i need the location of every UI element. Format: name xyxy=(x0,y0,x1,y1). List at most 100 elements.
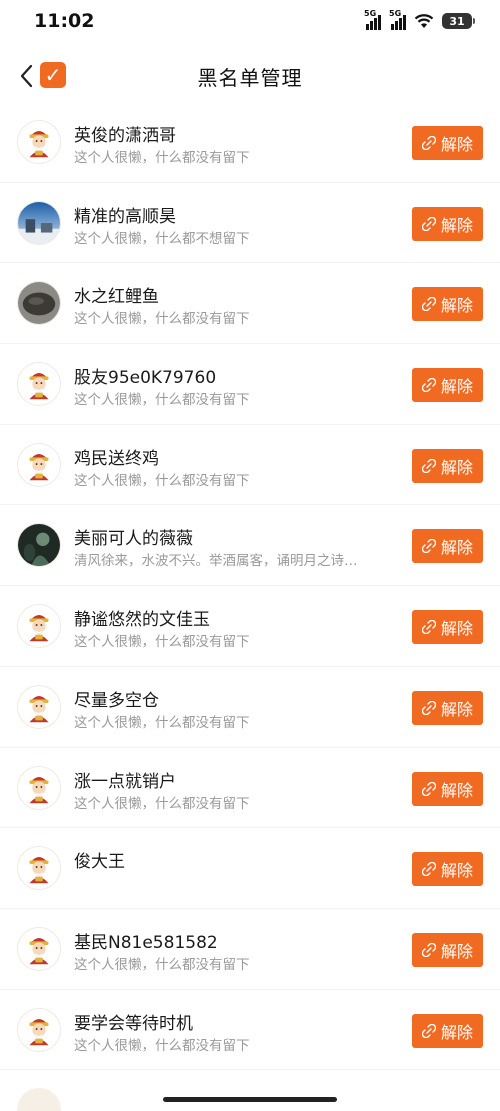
list-item: 水之红鲤鱼 这个人很懒，什么都没有留下 解除 xyxy=(0,263,500,345)
unlink-icon xyxy=(421,620,436,635)
page-title: 黑名单管理 xyxy=(197,65,303,90)
unblock-label: 解除 xyxy=(440,941,473,961)
list-item: 静谧悠然的文佳玉 这个人很懒，什么都没有留下 解除 xyxy=(0,586,500,667)
unlink-icon xyxy=(421,781,436,796)
unblock-button[interactable]: 解除 xyxy=(412,206,483,241)
unblock-label: 解除 xyxy=(440,1022,473,1042)
user-name: 尽量多空仓 xyxy=(74,690,159,711)
list-item: 尽量多空仓 这个人很懒，什么都没有留下 解除 xyxy=(0,667,500,748)
unblock-label: 解除 xyxy=(440,296,473,316)
user-name: 精准的高顺昊 xyxy=(74,206,176,227)
unlink-icon xyxy=(421,458,436,473)
avatar[interactable] xyxy=(17,846,61,891)
user-description: 这个人很懒，什么都没有留下 xyxy=(74,1037,250,1054)
user-description: 这个人很懒，什么都没有留下 xyxy=(74,311,250,328)
unblock-label: 解除 xyxy=(440,457,473,477)
unblock-label: 解除 xyxy=(440,861,473,881)
user-description: 这个人很懒，什么都没有留下 xyxy=(74,634,250,651)
user-name: 美丽可人的薇薇 xyxy=(74,529,193,550)
home-indicator[interactable] xyxy=(163,1097,337,1102)
unlink-icon xyxy=(421,297,436,312)
back-arrow-icon[interactable] xyxy=(16,62,38,90)
unblock-label: 解除 xyxy=(440,377,473,397)
user-description: 这个人很懒，什么都没有留下 xyxy=(74,472,250,489)
avatar[interactable] xyxy=(17,200,61,245)
list-item: 股友95e0K79760 这个人很懒，什么都没有留下 解除 xyxy=(0,344,500,425)
user-description: 这个人很懒，什么都没有留下 xyxy=(74,956,250,973)
unblock-button[interactable]: 解除 xyxy=(412,126,483,160)
unlink-icon xyxy=(421,378,436,393)
unlink-icon xyxy=(421,539,436,554)
user-description: 这个人很懒，什么都没有留下 xyxy=(74,795,250,812)
blacklist: 英俊的潇洒哥 这个人很懒，什么都没有留下 解除 精准的高顺昊 这个人很懒，什么都… xyxy=(0,102,500,1071)
list-item: 基民N81e581582 这个人很懒，什么都没有留下 解除 xyxy=(0,909,500,990)
user-name: 要学会等待时机 xyxy=(74,1013,193,1034)
avatar[interactable] xyxy=(17,523,61,568)
list-item: 要学会等待时机 这个人很懒，什么都没有留下 解除 xyxy=(0,990,500,1071)
list-item: 涨一点就销户 这个人很懒，什么都没有留下 解除 xyxy=(0,748,500,829)
list-item: 英俊的潇洒哥 这个人很懒，什么都没有留下 解除 xyxy=(0,102,500,183)
wifi-icon xyxy=(414,14,434,28)
unblock-button[interactable]: 解除 xyxy=(412,287,483,322)
user-description: 清风徐来，水波不兴。举酒属客，诵明月之诗… xyxy=(74,553,358,570)
user-description: 这个人很懒，什么都没有留下 xyxy=(74,150,250,166)
unblock-button[interactable]: 解除 xyxy=(412,529,483,564)
unblock-button[interactable]: 解除 xyxy=(412,448,483,483)
signal-icon: 5G xyxy=(364,9,381,30)
unblock-button[interactable]: 解除 xyxy=(412,932,483,967)
status-icons: 5G 5G 31 xyxy=(364,9,475,30)
avatar[interactable] xyxy=(17,926,61,971)
battery-icon: 31 xyxy=(442,13,475,29)
list-item: 俊大王 解除 xyxy=(0,828,500,909)
unblock-label: 解除 xyxy=(440,215,473,235)
list-item: 鸡民送终鸡 这个人很懒，什么都没有留下 解除 xyxy=(0,425,500,506)
partial-avatar xyxy=(17,1088,61,1111)
unblock-button[interactable]: 解除 xyxy=(412,771,483,806)
avatar[interactable] xyxy=(17,362,61,407)
unlink-icon xyxy=(421,700,436,715)
user-name: 涨一点就销户 xyxy=(74,771,176,792)
user-description: 这个人很懒，什么都没有留下 xyxy=(74,714,250,731)
unblock-button[interactable]: 解除 xyxy=(412,368,483,403)
unblock-button[interactable]: 解除 xyxy=(412,852,483,887)
network-type-label-2: 5G xyxy=(389,9,402,18)
signal-icon-2: 5G xyxy=(389,9,406,30)
user-name: 静谧悠然的文佳玉 xyxy=(74,610,210,631)
unlink-icon xyxy=(421,1023,436,1038)
user-name: 基民N81e581582 xyxy=(74,932,218,953)
user-name: 俊大王 xyxy=(74,852,125,873)
unlink-icon xyxy=(421,216,436,231)
unblock-label: 解除 xyxy=(440,780,473,800)
unblock-button[interactable]: 解除 xyxy=(412,690,483,725)
avatar[interactable] xyxy=(17,281,61,326)
status-time: 11:02 xyxy=(34,10,95,32)
unlink-icon xyxy=(421,862,436,877)
user-name: 股友95e0K79760 xyxy=(74,368,217,389)
checkbox-icon[interactable]: ✓ xyxy=(40,62,66,88)
nav-bar: ✓ 黑名单管理 xyxy=(0,48,500,104)
avatar[interactable] xyxy=(17,442,61,487)
unblock-label: 解除 xyxy=(440,538,473,558)
avatar[interactable] xyxy=(17,684,61,729)
network-type-label: 5G xyxy=(364,9,377,18)
unblock-label: 解除 xyxy=(440,699,473,719)
list-item: 精准的高顺昊 这个人很懒，什么都不想留下 解除 xyxy=(0,183,500,264)
user-name: 英俊的潇洒哥 xyxy=(74,126,176,146)
user-name: 鸡民送终鸡 xyxy=(74,448,159,469)
status-bar: 11:02 5G 5G 31 xyxy=(0,0,500,42)
unblock-button[interactable]: 解除 xyxy=(412,610,483,645)
unlink-icon xyxy=(421,136,436,150)
unlink-icon xyxy=(421,942,436,957)
avatar[interactable] xyxy=(17,1007,61,1052)
user-description: 这个人很懒，什么都没有留下 xyxy=(74,392,250,409)
avatar[interactable] xyxy=(17,765,61,810)
unblock-label: 解除 xyxy=(440,135,473,154)
user-name: 水之红鲤鱼 xyxy=(74,287,159,308)
battery-level: 31 xyxy=(449,14,465,28)
unblock-button[interactable]: 解除 xyxy=(412,1013,483,1048)
avatar[interactable] xyxy=(17,120,61,164)
user-description: 这个人很懒，什么都不想留下 xyxy=(74,230,250,247)
avatar[interactable] xyxy=(17,604,61,649)
unblock-label: 解除 xyxy=(440,619,473,639)
list-item: 美丽可人的薇薇 清风徐来，水波不兴。举酒属客，诵明月之诗… 解除 xyxy=(0,505,500,587)
